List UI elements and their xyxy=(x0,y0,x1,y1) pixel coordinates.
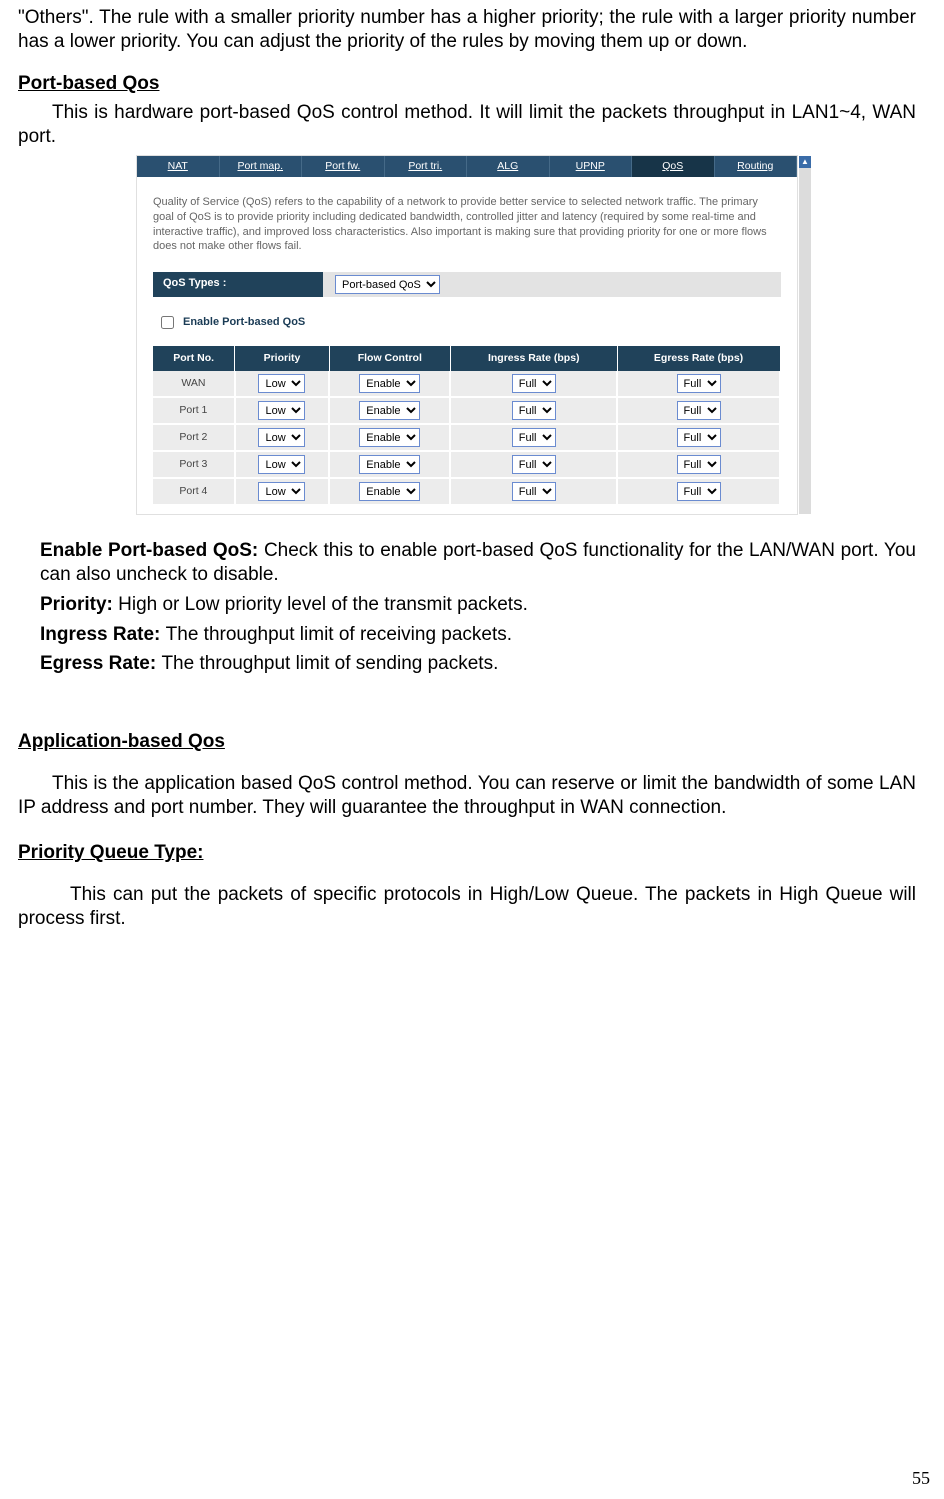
enable-port-qos-checkbox[interactable] xyxy=(161,316,174,329)
tab-qos[interactable]: QoS xyxy=(632,156,715,177)
router-nav-tabs: NAT Port map. Port fw. Port tri. ALG UPN… xyxy=(137,156,797,177)
cell-ingress-select[interactable]: Full xyxy=(512,401,556,420)
app-qos-heading: Application-based Qos xyxy=(18,730,916,754)
port-qos-table: Port No. Priority Flow Control Ingress R… xyxy=(153,346,781,506)
cell-priority-select[interactable]: Low xyxy=(258,374,305,393)
page-number: 55 xyxy=(912,1467,930,1490)
def-priority: Priority: High or Low priority level of … xyxy=(40,593,916,617)
app-qos-paragraph: This is the application based QoS contro… xyxy=(18,772,916,820)
cell-egress: Full xyxy=(617,371,780,397)
cell-flow-select[interactable]: Enable xyxy=(359,482,420,501)
cell-egress: Full xyxy=(617,451,780,478)
qos-types-select[interactable]: Port-based QoS xyxy=(335,275,440,294)
table-row: Port 4 Low Enable Full Full xyxy=(153,478,780,505)
cell-port: Port 4 xyxy=(153,478,235,505)
table-row: WAN Low Enable Full Full xyxy=(153,371,780,397)
cell-priority: Low xyxy=(235,424,329,451)
cell-ingress-select[interactable]: Full xyxy=(512,482,556,501)
cell-port: Port 3 xyxy=(153,451,235,478)
tab-nat[interactable]: NAT xyxy=(137,156,220,177)
cell-priority: Low xyxy=(235,451,329,478)
cell-flow: Enable xyxy=(329,371,450,397)
cell-ingress-select[interactable]: Full xyxy=(512,455,556,474)
col-priority: Priority xyxy=(235,346,329,371)
cell-flow-select[interactable]: Enable xyxy=(359,401,420,420)
cell-priority-select[interactable]: Low xyxy=(258,455,305,474)
def-ingress-label: Ingress Rate: xyxy=(40,624,166,645)
cell-egress: Full xyxy=(617,397,780,424)
cell-port: Port 2 xyxy=(153,424,235,451)
cell-flow: Enable xyxy=(329,478,450,505)
qos-figure: ▲ NAT Port map. Port fw. Port tri. ALG U… xyxy=(136,155,798,516)
cell-egress: Full xyxy=(617,424,780,451)
intro-paragraph: "Others". The rule with a smaller priori… xyxy=(18,6,916,54)
cell-priority: Low xyxy=(235,478,329,505)
cell-egress-select[interactable]: Full xyxy=(677,455,721,474)
tab-routing[interactable]: Routing xyxy=(715,156,798,177)
def-egress-text: The throughput limit of sending packets. xyxy=(161,653,498,674)
scroll-up-icon[interactable]: ▲ xyxy=(799,156,811,168)
port-qos-paragraph: This is hardware port-based QoS control … xyxy=(18,101,916,149)
cell-priority-select[interactable]: Low xyxy=(258,482,305,501)
tab-porttri[interactable]: Port tri. xyxy=(385,156,468,177)
tab-portmap[interactable]: Port map. xyxy=(220,156,303,177)
cell-flow-select[interactable]: Enable xyxy=(359,428,420,447)
pq-type-heading: Priority Queue Type: xyxy=(18,841,916,865)
cell-priority-select[interactable]: Low xyxy=(258,401,305,420)
embedded-scrollbar[interactable]: ▲ xyxy=(799,156,811,515)
cell-egress-select[interactable]: Full xyxy=(677,401,721,420)
cell-ingress: Full xyxy=(450,397,617,424)
enable-port-qos-label: Enable Port-based QoS xyxy=(183,316,305,330)
cell-ingress-select[interactable]: Full xyxy=(512,374,556,393)
def-priority-text: High or Low priority level of the transm… xyxy=(118,594,528,615)
def-enable: Enable Port-based QoS: Check this to ena… xyxy=(40,539,916,587)
col-flow: Flow Control xyxy=(329,346,450,371)
def-priority-label: Priority: xyxy=(40,594,118,615)
tab-alg[interactable]: ALG xyxy=(467,156,550,177)
cell-priority: Low xyxy=(235,371,329,397)
cell-ingress-select[interactable]: Full xyxy=(512,428,556,447)
cell-egress-select[interactable]: Full xyxy=(677,428,721,447)
cell-port: WAN xyxy=(153,371,235,397)
cell-flow: Enable xyxy=(329,397,450,424)
cell-flow-select[interactable]: Enable xyxy=(359,455,420,474)
document-page: "Others". The rule with a smaller priori… xyxy=(0,6,944,1499)
table-row: Port 1 Low Enable Full Full xyxy=(153,397,780,424)
def-egress: Egress Rate: The throughput limit of sen… xyxy=(40,652,916,676)
def-enable-label: Enable Port-based QoS: xyxy=(40,540,264,561)
pq-type-paragraph: This can put the packets of specific pro… xyxy=(18,883,916,931)
qos-intro-text: Quality of Service (QoS) refers to the c… xyxy=(153,195,781,254)
cell-egress-select[interactable]: Full xyxy=(677,482,721,501)
table-row: Port 2 Low Enable Full Full xyxy=(153,424,780,451)
tab-upnp[interactable]: UPNP xyxy=(550,156,633,177)
col-ingress: Ingress Rate (bps) xyxy=(450,346,617,371)
cell-flow-select[interactable]: Enable xyxy=(359,374,420,393)
qos-types-label: QoS Types : xyxy=(153,272,323,297)
col-egress: Egress Rate (bps) xyxy=(617,346,780,371)
cell-ingress: Full xyxy=(450,478,617,505)
cell-egress: Full xyxy=(617,478,780,505)
col-port: Port No. xyxy=(153,346,235,371)
cell-ingress: Full xyxy=(450,424,617,451)
table-row: Port 3 Low Enable Full Full xyxy=(153,451,780,478)
cell-port: Port 1 xyxy=(153,397,235,424)
cell-egress-select[interactable]: Full xyxy=(677,374,721,393)
tab-portfw[interactable]: Port fw. xyxy=(302,156,385,177)
def-egress-label: Egress Rate: xyxy=(40,653,161,674)
port-qos-heading: Port-based Qos xyxy=(18,72,916,96)
cell-ingress: Full xyxy=(450,451,617,478)
def-ingress-text: The throughput limit of receiving packet… xyxy=(166,624,512,645)
cell-ingress: Full xyxy=(450,371,617,397)
cell-priority: Low xyxy=(235,397,329,424)
def-ingress: Ingress Rate: The throughput limit of re… xyxy=(40,623,916,647)
cell-flow: Enable xyxy=(329,451,450,478)
cell-flow: Enable xyxy=(329,424,450,451)
cell-priority-select[interactable]: Low xyxy=(258,428,305,447)
